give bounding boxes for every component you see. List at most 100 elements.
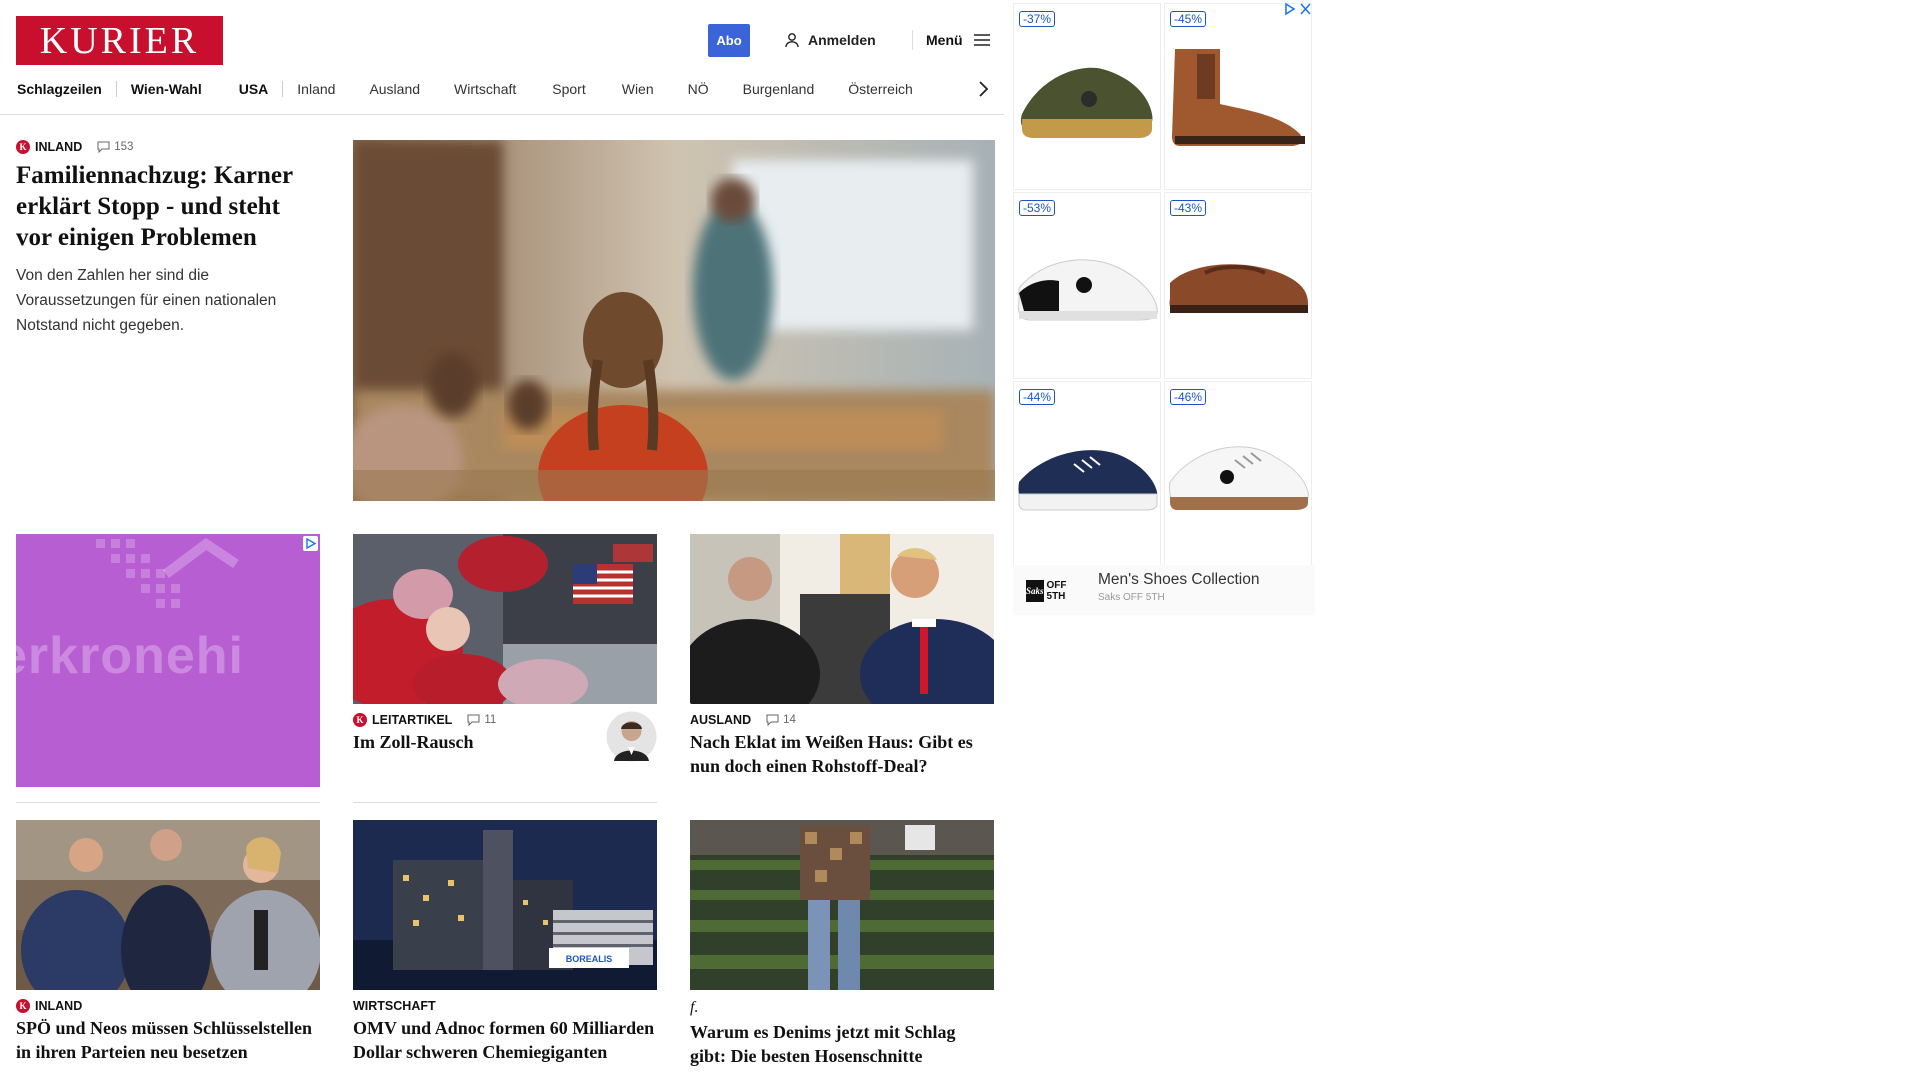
- saks-logo-text: OFF 5TH: [1046, 579, 1067, 602]
- nav-noe[interactable]: NÖ: [688, 81, 709, 97]
- lead-article[interactable]: K INLAND 153 Familiennachzug: Karner erk…: [16, 140, 316, 338]
- row-divider: [16, 802, 320, 803]
- kurier-logo[interactable]: KURIER: [16, 16, 223, 65]
- site-header: KURIER Abo Anmelden Menü Schlagzeilen Wi…: [0, 0, 1004, 115]
- nav-oesterreich[interactable]: Österreich: [848, 81, 913, 97]
- chevron-right-icon[interactable]: [975, 78, 991, 100]
- nav-schlagzeilen[interactable]: Schlagzeilen: [17, 81, 102, 97]
- image-borealis-plant: BOREALIS: [353, 820, 657, 990]
- discount-badge: -44%: [1019, 389, 1056, 405]
- ad-shoe-tile[interactable]: -53%: [1013, 192, 1161, 379]
- discount-badge: -53%: [1019, 200, 1056, 216]
- card-category: LEITARTIKEL: [372, 713, 453, 727]
- ad-shoe-tile[interactable]: -46%: [1164, 381, 1312, 568]
- lead-headline[interactable]: Familiennachzug: Karner erklärt Stopp - …: [16, 160, 316, 253]
- abo-button[interactable]: Abo: [708, 24, 750, 57]
- discount-badge: -45%: [1170, 11, 1207, 27]
- section-nav: Schlagzeilen Wien-Wahl USA Inland Auslan…: [17, 78, 913, 100]
- nav-sport[interactable]: Sport: [552, 81, 585, 97]
- kurier-k-icon: K: [16, 140, 30, 154]
- login-label: Anmelden: [808, 32, 876, 48]
- row-divider: [353, 802, 657, 803]
- lead-teaser: Von den Zahlen her sind die Voraussetzun…: [16, 267, 277, 334]
- nav-wirtschaft[interactable]: Wirtschaft: [454, 81, 516, 97]
- card-category: WIRTSCHAFT: [353, 999, 436, 1013]
- article-card-wirtschaft[interactable]: BOREALIS WIRTSCHAFT OMV und Adnoc formen…: [353, 820, 657, 1064]
- nav-wien-wahl[interactable]: Wien-Wahl: [131, 81, 202, 97]
- ad-shoe-tile[interactable]: -45%: [1164, 3, 1312, 190]
- ad-brand-bar[interactable]: Saks OFF 5TH Men's Shoes Collection Saks…: [1013, 565, 1315, 615]
- sneaker-olive-image: [1020, 67, 1153, 138]
- author-avatar[interactable]: [606, 711, 657, 762]
- borealis-sign: BOREALIS: [566, 954, 613, 964]
- image-runway-denim: [690, 820, 994, 990]
- card-kicker: f.: [690, 999, 994, 1017]
- nav-inland[interactable]: Inland: [297, 81, 335, 97]
- comment-icon: [467, 714, 480, 726]
- saks-logo-mark: Saks: [1026, 579, 1044, 602]
- adchoices-close-icon[interactable]: [1283, 2, 1313, 16]
- user-icon: [785, 33, 799, 48]
- nav-ausland[interactable]: Ausland: [369, 81, 420, 97]
- sneaker-navy-image: [1018, 450, 1158, 511]
- discount-badge: -46%: [1170, 389, 1207, 405]
- article-card-ausland[interactable]: AUSLAND 14 Nach Eklat im Weißen Haus: Gi…: [690, 534, 994, 778]
- comment-count[interactable]: 14: [766, 714, 796, 726]
- comment-icon: [97, 141, 110, 153]
- nav-usa[interactable]: USA: [239, 81, 269, 97]
- card-kicker: WIRTSCHAFT: [353, 999, 657, 1013]
- sneaker-white-black-image: [1018, 259, 1158, 321]
- menu-button[interactable]: Menü: [912, 30, 991, 50]
- loafer-brown-image: [1169, 264, 1308, 313]
- card-category: INLAND: [35, 999, 83, 1013]
- ad-brand-title[interactable]: Men's Shoes Collection: [1098, 571, 1260, 589]
- kurier-k-icon: K: [353, 713, 367, 727]
- adchoices-icon[interactable]: [303, 536, 318, 551]
- borealis-photo: BOREALIS: [353, 820, 657, 990]
- nav-spacer: [220, 81, 221, 97]
- menu-label: Menü: [926, 32, 963, 48]
- parliament-photo: [16, 820, 320, 990]
- shoe-ad[interactable]: -37% -45% -53% -43% -44% -46%: [1013, 0, 1315, 618]
- article-card-leitartikel[interactable]: K LEITARTIKEL 11 Im Zoll-Rausch: [353, 534, 657, 762]
- maga-photo: [353, 534, 657, 704]
- ad-shoe-tile[interactable]: -43%: [1164, 192, 1312, 379]
- ad-shoe-tile[interactable]: -44%: [1013, 381, 1161, 568]
- login-button[interactable]: Anmelden: [784, 30, 876, 50]
- card-kicker: K INLAND: [16, 999, 320, 1013]
- card-kicker: AUSLAND 14: [690, 713, 994, 727]
- runway-photo: [690, 820, 994, 990]
- article-card-lifestyle[interactable]: f. Warum es Denims jetzt mit Schlag gibt…: [690, 820, 994, 1068]
- lead-kicker: K INLAND 153: [16, 140, 316, 154]
- card-category: AUSLAND: [690, 713, 752, 727]
- image-maga-hats: [353, 534, 657, 704]
- classroom-photo: [353, 140, 995, 501]
- ad-close-controls[interactable]: [1283, 2, 1313, 19]
- ad-shoe-tile[interactable]: -37%: [1013, 3, 1161, 190]
- discount-badge: -37%: [1019, 11, 1056, 27]
- comment-number: 153: [114, 141, 134, 153]
- comment-number: 11: [484, 714, 497, 726]
- nav-burgenland[interactable]: Burgenland: [743, 81, 815, 97]
- lead-image-classroom[interactable]: [353, 140, 995, 501]
- image-white-house-meeting: [690, 534, 994, 704]
- comment-icon: [766, 714, 779, 726]
- nav-wien[interactable]: Wien: [622, 81, 654, 97]
- ad-brand-subtitle: Saks OFF 5TH: [1098, 592, 1165, 603]
- comment-count[interactable]: 153: [97, 141, 133, 153]
- nav-divider: [282, 81, 284, 97]
- comment-count[interactable]: 11: [467, 714, 496, 726]
- card-headline[interactable]: SPÖ und Neos müssen Schlüsselstellen in …: [16, 1016, 320, 1064]
- saks-logo: Saks OFF 5TH: [1026, 577, 1078, 604]
- sneaker-white-brown-image: [1169, 446, 1309, 510]
- white-house-photo: [690, 534, 994, 704]
- kurier-k-icon: K: [16, 999, 30, 1013]
- discount-badge: -43%: [1170, 200, 1207, 216]
- card-headline[interactable]: OMV und Adnoc formen 60 Milliarden Dolla…: [353, 1016, 657, 1064]
- card-headline[interactable]: Nach Eklat im Weißen Haus: Gibt es nun d…: [690, 730, 994, 778]
- nav-divider: [115, 81, 117, 97]
- article-card-inland[interactable]: K INLAND SPÖ und Neos müssen Schlüsselst…: [16, 820, 320, 1064]
- image-parliament-handshake: [16, 820, 320, 990]
- ad-banner-left[interactable]: erkronehi: [16, 534, 320, 787]
- card-headline[interactable]: Warum es Denims jetzt mit Schlag gibt: D…: [690, 1020, 994, 1068]
